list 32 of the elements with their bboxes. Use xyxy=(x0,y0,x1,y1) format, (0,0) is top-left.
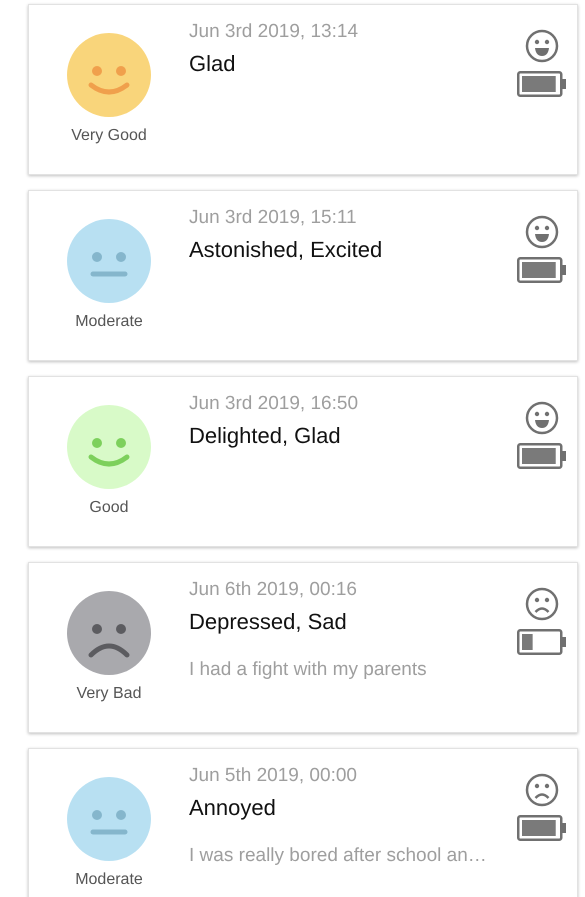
entry-card[interactable]: Very Bad Jun 6th 2019, 00:16 Depressed, Sad I had a fight with my parents xyxy=(28,562,578,733)
mood-label: Moderate xyxy=(75,313,143,331)
entry-date: Jun 3rd 2019, 16:50 xyxy=(189,393,360,415)
entry-card[interactable]: Moderate Jun 3rd 2019, 15:11 Astonished, Excited xyxy=(28,190,578,361)
smiley-face-icon xyxy=(525,215,559,249)
entry-date: Jun 5th 2019, 00:00 xyxy=(189,765,358,787)
smiley-face-icon xyxy=(525,401,559,435)
entry-card[interactable]: Moderate Jun 5th 2019, 00:00 Annoyed I was really bored after school an… xyxy=(28,748,578,897)
mood-label: Moderate xyxy=(75,871,143,889)
entry-card[interactable]: Good Jun 3rd 2019, 16:50 Delighted, Glad xyxy=(28,376,578,547)
mood-label: Good xyxy=(89,499,129,517)
entry-note: I was really bored after school an… xyxy=(189,845,488,867)
battery-icon xyxy=(517,443,567,469)
smiley-face-icon xyxy=(525,29,559,63)
emotions-text: Delighted, Glad xyxy=(189,423,342,449)
battery-icon xyxy=(517,257,567,283)
entry-note: I had a fight with my parents xyxy=(189,659,428,681)
battery-icon xyxy=(517,815,567,841)
entry-date: Jun 3rd 2019, 13:14 xyxy=(189,21,360,43)
emotions-text: Astonished, Excited xyxy=(189,237,384,263)
entry-card[interactable]: Very Good Jun 3rd 2019, 13:14 Glad xyxy=(28,4,578,175)
emotions-text: Annoyed xyxy=(189,795,277,821)
entry-date: Jun 3rd 2019, 15:11 xyxy=(189,207,358,229)
sad-face-icon xyxy=(525,587,559,621)
emotions-text: Depressed, Sad xyxy=(189,609,348,635)
battery-icon xyxy=(517,629,567,655)
mood-label: Very Bad xyxy=(76,685,142,703)
mood-label: Very Good xyxy=(71,127,147,145)
sad-face-icon xyxy=(525,773,559,807)
entry-date: Jun 6th 2019, 00:16 xyxy=(189,579,358,601)
battery-icon xyxy=(517,71,567,97)
emotions-text: Glad xyxy=(189,51,236,77)
